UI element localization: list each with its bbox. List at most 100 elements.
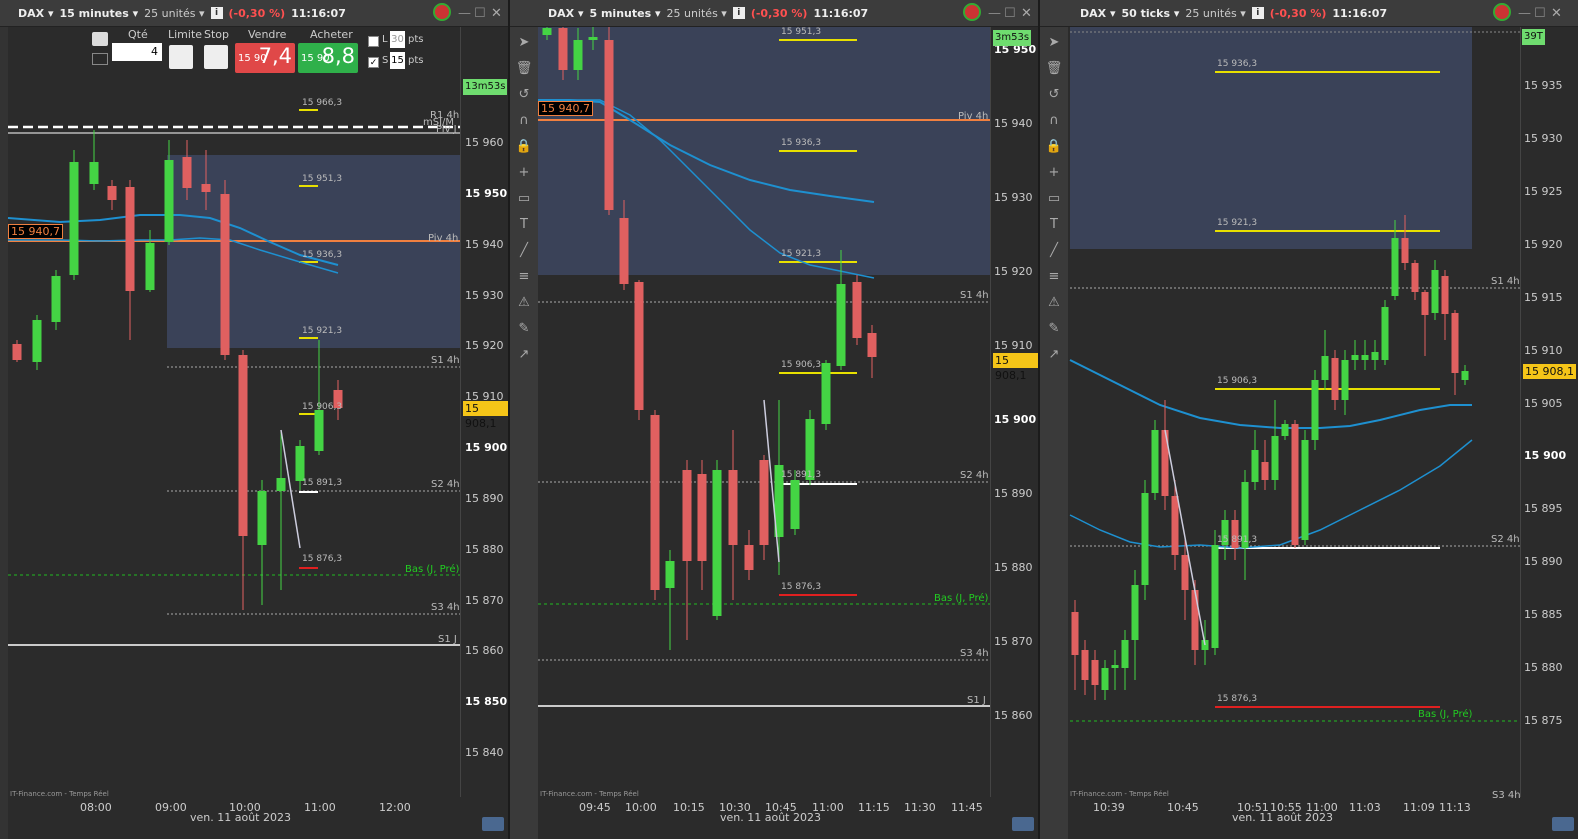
candle-body (12, 344, 22, 360)
candle-body (107, 186, 117, 200)
y-tick-label: 15 900 (1524, 449, 1567, 463)
candle-body (712, 470, 722, 616)
y-tick-label: 15 890 (1524, 555, 1563, 569)
candle-body (1271, 436, 1279, 480)
candle-body (1431, 270, 1439, 313)
y-tick-label: 15 860 (994, 709, 1033, 722)
candle-body (1191, 590, 1199, 650)
candle-body (790, 480, 800, 529)
pivot-price-tag: 15 940,7 (538, 101, 593, 116)
candle-body (542, 28, 552, 35)
order-level-label: 15 951,3 (302, 174, 343, 184)
candle-body (821, 363, 831, 424)
s3-level-label: S3 4h (1492, 790, 1521, 801)
candle-body (1451, 313, 1459, 373)
candle-body (1301, 440, 1309, 540)
candle-body (1121, 640, 1129, 668)
x-tick-label: 10:00 (625, 801, 657, 814)
candle-body (1411, 263, 1419, 292)
bar-countdown: 3m53s (993, 30, 1032, 46)
candle-body (257, 491, 267, 545)
candle-body (1361, 355, 1369, 360)
date-label: ven. 11 août 2023 (190, 811, 291, 824)
x-tick-label: 12:00 (379, 801, 411, 814)
candle-body (1441, 276, 1449, 314)
candle-body (1151, 430, 1159, 493)
last-price-tag: 15 908,1 (1523, 364, 1576, 379)
candle-body (69, 162, 79, 275)
candle-body (682, 470, 692, 561)
candle-body (573, 40, 583, 70)
order-level-label: 15 921,3 (302, 326, 343, 336)
candle-body (1321, 356, 1329, 380)
order-level-label: 15 906,3 (302, 402, 343, 412)
candle-body (164, 160, 174, 242)
y-tick-label: 15 875 (1524, 714, 1563, 727)
candle-body (558, 28, 568, 70)
last-price-tag: 15 908,1 (463, 401, 508, 430)
y-tick-label: 15 950 (465, 186, 508, 200)
s1-level-label: S1 4h (1491, 276, 1520, 287)
pivot-price-tag: 15 940,7 (8, 224, 63, 239)
candle-body (728, 470, 738, 545)
y-tick-label: 15 905 (1524, 396, 1563, 410)
order-level-label: 15 891,3 (1217, 535, 1258, 545)
order-level-label: 15 921,3 (781, 249, 822, 259)
candle-body (634, 282, 644, 410)
moving-average-line (1069, 439, 1473, 549)
candle-body (145, 243, 155, 290)
y-tick-label: 15 935 (1524, 79, 1563, 92)
order-level-label: 15 936,3 (302, 250, 343, 260)
moving-average-line (537, 99, 875, 279)
candle-body (1311, 380, 1319, 440)
piv-level-label: Piv 4h (428, 233, 459, 244)
moving-average-line (1069, 359, 1472, 429)
candle-body (588, 37, 598, 40)
bas-level-label: Bas (J, Pré) (934, 593, 989, 604)
candle-body (1281, 424, 1289, 436)
candle-body (314, 410, 324, 451)
s1-level-label: S1 4h (431, 355, 460, 366)
x-tick-label: 11:03 (1349, 801, 1381, 814)
y-tick-label: 15 880 (994, 561, 1033, 574)
y-tick-label: 15 930 (465, 288, 504, 302)
candle-body (1111, 665, 1119, 668)
x-tick-label: 11:15 (858, 801, 890, 814)
x-tick-label: 11:00 (304, 801, 336, 814)
panel-menu-button[interactable] (1012, 817, 1034, 831)
panel-menu-button[interactable] (482, 817, 504, 831)
s1-level-label: S1 4h (960, 290, 989, 301)
candle-body (1101, 668, 1109, 690)
y-tick-label: 15 880 (1524, 661, 1563, 675)
y-tick-label: 15 870 (465, 593, 504, 607)
s3-level-label: S3 4h (431, 602, 460, 613)
candle-body (32, 320, 42, 362)
candle-body (1291, 424, 1299, 545)
order-level-label: 15 876,3 (1217, 694, 1258, 704)
candle-body (1131, 585, 1139, 640)
candle-body (125, 187, 135, 291)
order-level-label: 15 936,3 (781, 138, 822, 148)
candle-body (867, 333, 877, 357)
date-label: ven. 11 août 2023 (1232, 811, 1333, 824)
candle-body (650, 415, 660, 590)
s1j-level-label: S1 J (967, 695, 986, 706)
candle-body (1181, 555, 1189, 590)
candle-body (220, 194, 230, 355)
y-tick-label: 15 940 (994, 117, 1033, 130)
candle-body (1381, 307, 1389, 360)
y-tick-label: 15 850 (465, 695, 508, 709)
y-tick-label: 15 925 (1524, 184, 1563, 198)
candle-body (1331, 358, 1339, 400)
x-tick-label: 11:09 (1403, 801, 1435, 814)
x-tick-label: 11:30 (904, 801, 936, 814)
order-level-label: 15 891,3 (781, 470, 822, 480)
panel-menu-button[interactable] (1552, 817, 1574, 831)
data-source-footer: IT-Finance.com - Temps Réel (540, 790, 639, 798)
candle-body (697, 474, 707, 561)
candle-body (665, 561, 675, 588)
order-level-label: 15 876,3 (302, 554, 343, 564)
y-tick-label: 15 890 (994, 487, 1033, 500)
candle-body (1171, 496, 1179, 555)
y-tick-label: 15 910 (1524, 343, 1563, 357)
